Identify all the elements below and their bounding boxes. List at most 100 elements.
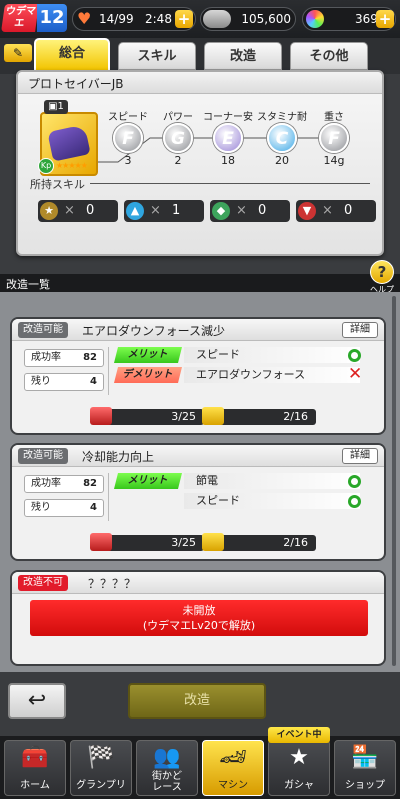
nav-label: 街かど レース	[152, 771, 182, 793]
skill-times: ×	[322, 203, 333, 218]
nav-item[interactable]: 🧰 ホーム	[4, 740, 66, 796]
heart-icon: ♥	[77, 9, 92, 28]
mod-card: 改造可能 冷却能力向上 詳細 成功率 82 残り 4 メリット 節電 スピード 3/25 2/16	[10, 443, 386, 561]
coins-pill: 105,600	[200, 7, 296, 31]
skills-divider	[90, 183, 370, 184]
locked-tag: 改造不可	[18, 575, 68, 591]
effect-label: 節電	[184, 473, 360, 489]
tab-overview[interactable]: 総合	[34, 38, 110, 72]
skill-chip[interactable]: ◆ × 0	[210, 200, 290, 222]
skill-count: 0	[258, 203, 267, 218]
skill-count: 0	[344, 203, 353, 218]
locked-mod-header: 改造不可 ？？？？	[12, 572, 384, 594]
skill-count: 1	[172, 203, 181, 218]
nav-item[interactable]: 🏎 マシン	[202, 740, 264, 796]
event-badge: イベント中	[268, 727, 330, 743]
rank-label: ウデマエ	[1, 4, 39, 32]
stat-grade-badge: G	[163, 123, 193, 153]
stat-value: 18	[221, 154, 235, 167]
mod-header: 改造可能 エアロダウンフォース減少 詳細	[12, 319, 384, 341]
stamina-pill: ♥ 14/99 2:48 +	[72, 7, 196, 31]
help-button[interactable]: ?	[370, 260, 394, 284]
tab-skills[interactable]: スキル	[118, 42, 196, 70]
nav-label: ガシャ	[284, 780, 314, 791]
nav-item[interactable]: 👥 街かど レース	[136, 740, 198, 796]
check-circle-icon	[348, 475, 361, 488]
gem-icon	[306, 10, 324, 28]
mod-status-tag: 改造可能	[18, 322, 68, 338]
locked-line-1: 未開放	[182, 604, 216, 617]
shop-icon: 🏪	[351, 745, 379, 770]
stat-label: パワー	[163, 112, 193, 123]
machine-count: 1	[57, 101, 64, 112]
remain-label: 残り	[31, 502, 51, 513]
skill-times: ×	[150, 203, 161, 218]
cross-icon: ✕	[348, 364, 363, 384]
coin-icon	[203, 10, 231, 28]
edit-icon[interactable]: ✎	[4, 44, 32, 62]
stat-label: スピード	[108, 112, 148, 123]
stamina-timer: 2:48	[145, 12, 172, 26]
effect-label: エアロダウンフォース	[184, 367, 360, 383]
yellow-part-icon	[202, 407, 224, 425]
check-circle-icon	[348, 495, 361, 508]
stat-value: 20	[275, 154, 289, 167]
material-counter: 2/16	[202, 533, 316, 551]
detail-button[interactable]: 詳細	[342, 448, 378, 464]
machine-thumbnail[interactable]: Kp ★★★★★	[38, 112, 98, 176]
kp-badge: Kp	[38, 158, 54, 174]
remain-label: 残り	[31, 376, 51, 387]
locked-button[interactable]: 未開放 (ウデマエLv20で解放)	[30, 600, 368, 636]
demerit-tag: デメリット	[114, 367, 182, 383]
people-icon: 👥	[153, 745, 181, 770]
add-gems-button[interactable]: +	[376, 10, 394, 28]
stat-grade-badge: F	[113, 123, 143, 153]
rank-level: 12	[37, 4, 67, 32]
divider	[108, 473, 109, 521]
car-icon: 🏎	[219, 745, 247, 770]
mod-name: エアロダウンフォース減少	[82, 324, 226, 338]
skill-chip[interactable]: ▲ × 1	[124, 200, 204, 222]
nav-label: ホーム	[20, 780, 50, 791]
machine-count-badge: ▣1	[44, 100, 68, 114]
stat-grade-badge: E	[213, 123, 243, 153]
gems-pill: 369 +	[302, 7, 396, 31]
coins-value: 105,600	[241, 12, 291, 26]
merit-tag: メリット	[114, 473, 182, 489]
add-stamina-button[interactable]: +	[175, 10, 193, 28]
skill-times: ×	[64, 203, 75, 218]
nav-item[interactable]: 🏁 グランプリ	[70, 740, 132, 796]
tab-modify[interactable]: 改造	[204, 42, 282, 70]
list-scrollbar[interactable]	[392, 296, 396, 666]
effect-label: スピード	[184, 493, 360, 509]
rank-badge[interactable]: ウデマエ 12	[1, 4, 67, 32]
locked-mod-name: ？？？？	[88, 577, 137, 591]
material-count: 3/25	[171, 410, 196, 423]
stat-label: 重さ	[324, 112, 344, 123]
success-rate-row: 成功率 82	[24, 349, 104, 367]
skill-chip[interactable]: ★ × 0	[38, 200, 118, 222]
detail-button[interactable]: 詳細	[342, 322, 378, 338]
star-icon: ★	[40, 202, 58, 220]
divider	[108, 347, 109, 395]
modify-button[interactable]: 改造	[128, 683, 266, 719]
success-label: 成功率	[31, 352, 61, 363]
diamond-icon: ◆	[212, 202, 230, 220]
material-count: 3/25	[171, 536, 196, 549]
gems-value: 369	[355, 12, 378, 26]
nav-item[interactable]: ★ ガシャ	[268, 740, 330, 796]
locked-line-2: (ウデマエLv20で解放)	[142, 619, 256, 632]
checkered-flag-icon: 🏁	[87, 745, 115, 770]
section-title: 改造一覧	[6, 278, 50, 291]
skill-chip[interactable]: ▼ × 0	[296, 200, 376, 222]
success-rate-row: 成功率 82	[24, 475, 104, 493]
star-icon: ★	[289, 745, 309, 770]
nav-item[interactable]: 🏪 ショップ	[334, 740, 396, 796]
toolbox-icon: 🧰	[21, 745, 49, 770]
rarity-stars: ★★★★★	[56, 161, 88, 170]
remain-row: 残り 4	[24, 373, 104, 391]
success-label: 成功率	[31, 478, 61, 489]
tab-other[interactable]: その他	[290, 42, 368, 70]
machine-card: プロトセイバーJB ▣1 Kp ★★★★★ スピードF3パワーG2コーナー安定E…	[16, 70, 384, 256]
back-button[interactable]: ↩	[8, 683, 66, 719]
